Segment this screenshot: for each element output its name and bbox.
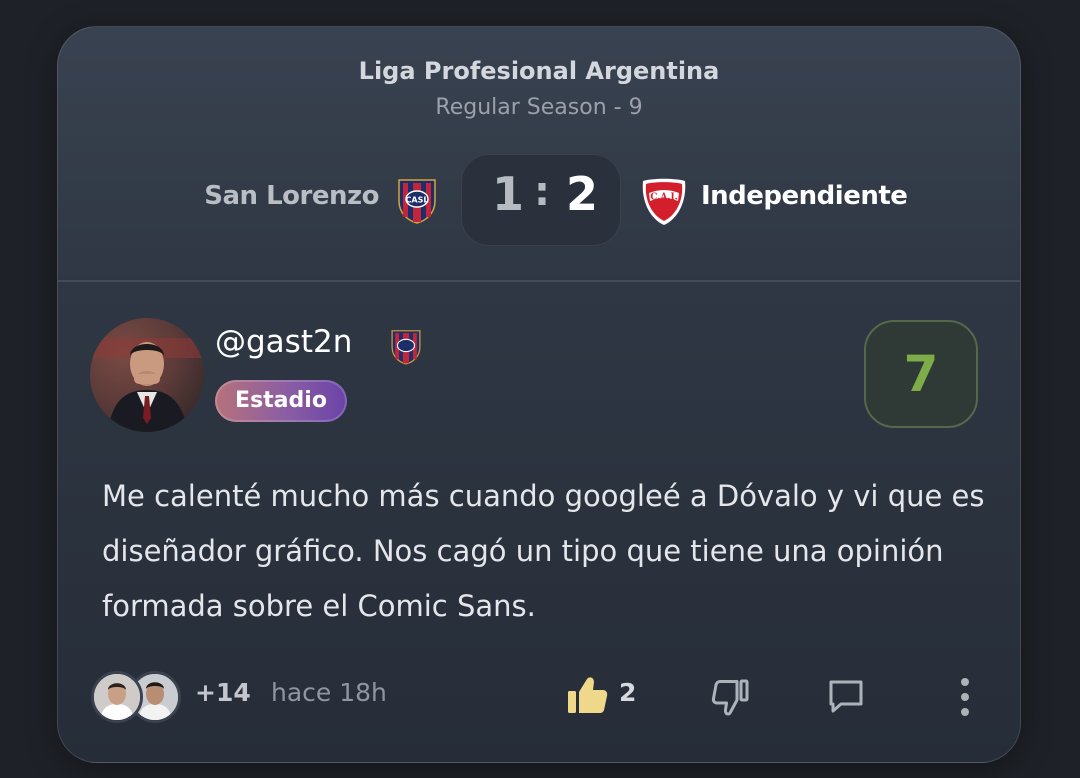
thumbs-down-icon[interactable] [710,678,750,718]
like-button[interactable]: 2 [566,675,650,715]
scoreboard: 1 : 2 [461,154,621,246]
rating-score: 7 [864,320,978,428]
away-team-name[interactable]: Independiente [701,181,908,211]
divider [58,280,1020,282]
more-reactors-count[interactable]: +14 [195,678,251,707]
independiente-crest-icon[interactable]: C.A.I. [640,177,688,227]
review-comment: Me calenté mucho más cuando googleé a Dó… [102,479,985,623]
like-count: 2 [619,678,637,707]
away-score: 2 [566,167,599,221]
san-lorenzo-crest-icon[interactable]: CASL [395,177,439,225]
comment-icon[interactable] [826,677,866,717]
home-score: 1 [492,167,525,221]
league-name: Liga Profesional Argentina [358,57,720,85]
post-time: hace 18h [271,678,387,707]
thumbs-up-icon [568,677,608,713]
score-separator: : [534,169,550,215]
reactor-avatar [91,671,143,723]
san-lorenzo-crest-icon [391,330,421,365]
username[interactable]: @gast2n [215,324,352,360]
svg-text:C.A.I.: C.A.I. [650,193,678,203]
review-card: Liga Profesional Argentina Regular Seaso… [57,26,1021,763]
more-options-icon[interactable] [952,675,978,719]
user-avatar[interactable] [90,318,204,432]
user-badge: Estadio [215,380,347,422]
svg-text:CASL: CASL [406,196,429,205]
round-label: Regular Season - 9 [435,95,643,120]
reactor-avatars[interactable] [91,671,183,727]
home-team-name[interactable]: San Lorenzo [204,181,379,211]
